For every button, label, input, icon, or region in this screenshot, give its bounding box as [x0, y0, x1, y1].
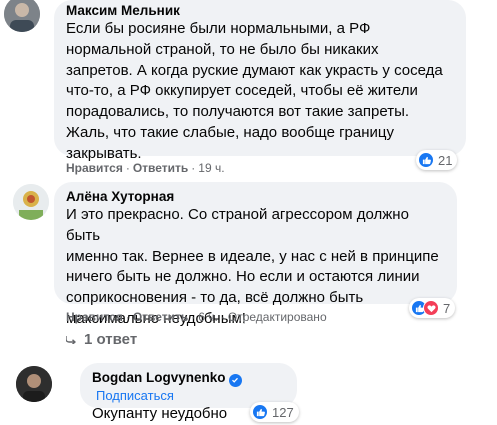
reply-button[interactable]: Ответить	[133, 310, 188, 324]
timestamp[interactable]: 6 ч.	[198, 310, 218, 324]
reaction-summary[interactable]: 127	[250, 402, 299, 422]
reaction-count: 127	[272, 404, 294, 420]
comment-actions: Нравится · Ответить · 6 ч. · Отредактировано	[66, 310, 327, 324]
reaction-count: 21	[438, 152, 453, 168]
comment-author[interactable]: Алёна Хуторная	[66, 188, 445, 205]
edited-label: Отредактировано	[227, 310, 327, 324]
comment-author[interactable]: Максим Мельник	[66, 2, 454, 19]
comment-author-row: Bogdan Logvynenko Подписаться	[92, 369, 285, 404]
like-button[interactable]: Нравится	[66, 161, 123, 175]
reply-arrow-icon	[65, 331, 77, 348]
comment-text-line: запретов. А когда руские думают как укра…	[66, 61, 443, 79]
comment-bubble: Алёна Хуторная И это прекрасно. Со стран…	[54, 182, 457, 327]
comment-text-line: соприкосновения - то да, всё должно быть	[66, 289, 364, 307]
avatar[interactable]	[4, 0, 40, 32]
comment-text-line: порадовались, то получаются вот такие за…	[66, 103, 410, 121]
comment-author[interactable]: Bogdan Logvynenko	[92, 370, 226, 385]
verified-badge-icon	[228, 373, 242, 387]
reaction-count: 7	[443, 300, 451, 316]
replies-label: 1 ответ	[84, 331, 138, 348]
reply-button[interactable]: Ответить	[133, 161, 188, 175]
comment-text-line: нормальной страной, то не было бы никаки…	[66, 40, 379, 58]
comment-text-line: ничего быть не должно. Но если и остаютс…	[66, 268, 420, 286]
avatar[interactable]	[13, 184, 49, 220]
comment-text-line: И это прекрасно. Со страной агрессором д…	[66, 206, 409, 244]
comment-text-line: Жаль, что такие слабые, надо вообще гран…	[66, 123, 394, 141]
comment-text-line: Если бы росияне были нормальными, а РФ	[66, 20, 371, 37]
reaction-summary[interactable]: 7	[409, 298, 456, 318]
comment-bubble: Максим Мельник Если бы росияне были норм…	[54, 0, 466, 162]
timestamp[interactable]: 19 ч.	[198, 161, 224, 175]
like-button[interactable]: Нравится	[66, 310, 123, 324]
view-replies-button[interactable]: 1 ответ	[65, 331, 138, 348]
love-icon	[423, 300, 439, 316]
subscribe-button[interactable]: Подписаться	[96, 388, 174, 403]
comment-text: Если бы росияне были нормальными, а РФ н…	[66, 19, 454, 165]
comment-text-line: именно так. Вернее в идеале, у нас с ней…	[66, 247, 439, 265]
like-icon	[418, 152, 434, 168]
reaction-summary[interactable]: 21	[416, 150, 458, 170]
like-icon	[252, 404, 268, 420]
comment-actions: Нравится · Ответить · 19 ч.	[66, 161, 225, 175]
avatar[interactable]	[16, 366, 52, 402]
comment-text-line: что-то, а РФ оккупирует соседей, чтобы е…	[66, 82, 418, 100]
